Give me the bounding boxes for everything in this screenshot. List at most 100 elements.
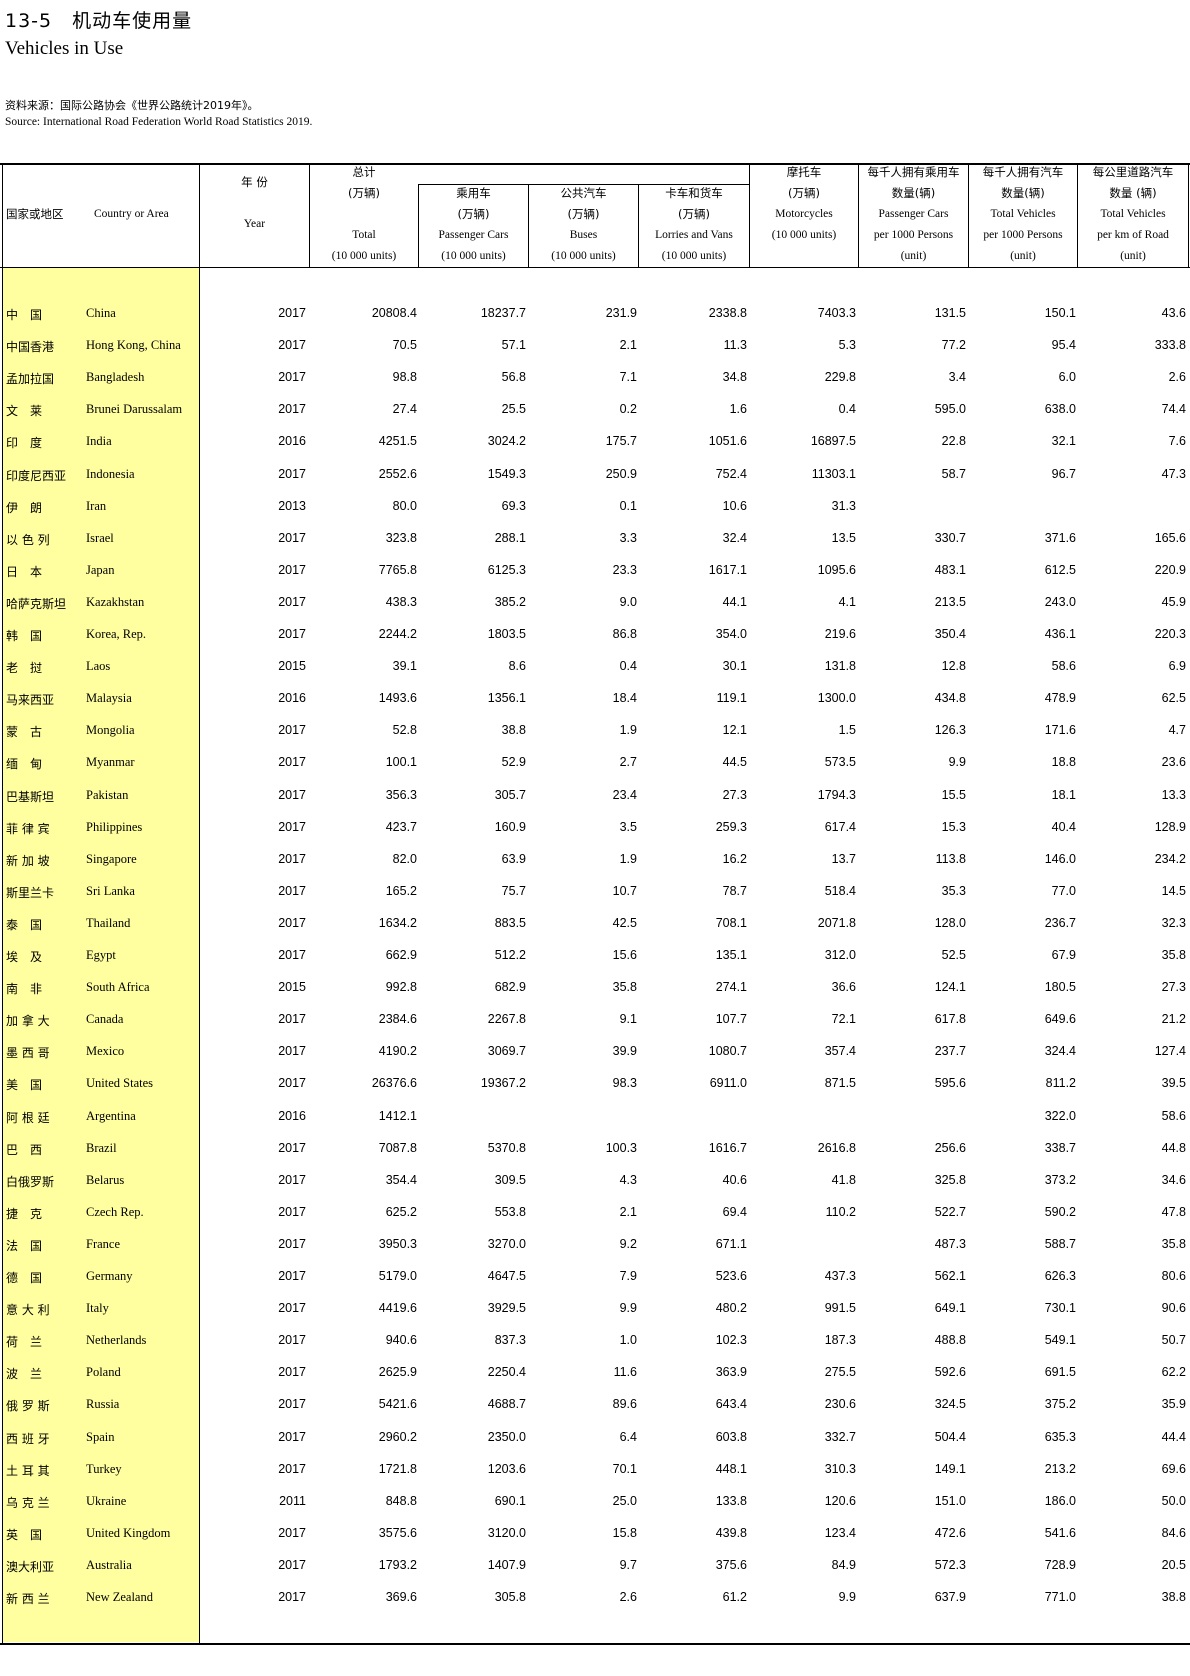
- passenger-cars-cell: 3120.0: [487, 1525, 526, 1540]
- pcars-per-1000-cell: 77.2: [941, 338, 966, 353]
- vehicles-per-km-cell: 6.9: [1168, 659, 1186, 674]
- pcars-per-1000-cell: 113.8: [935, 851, 966, 866]
- buses-cell: 18.4: [612, 691, 637, 706]
- header-year: 年 份 Year: [200, 172, 309, 235]
- vehicles-per-km-cell: 13.3: [1161, 787, 1186, 802]
- lorries-cell: 1616.7: [708, 1140, 747, 1155]
- lorries-cell: 363.9: [715, 1365, 747, 1380]
- passenger-cars-cell: 2250.4: [487, 1365, 526, 1380]
- buses-cell: 23.3: [612, 562, 637, 577]
- header-bus-en: Buses: [569, 229, 598, 241]
- motorcycles-cell: 275.5: [824, 1365, 856, 1380]
- pcars-per-1000-cell: 52.5: [941, 948, 966, 962]
- country-name-cn: 印 度: [6, 436, 43, 451]
- header-pcar-en1: Passenger Cars: [878, 208, 949, 220]
- table-row: 菲 律 宾 Philippines 2017 423.7 160.9 3.5 259.3 61…: [0, 812, 1190, 844]
- header-pass-en: Passenger Cars: [438, 229, 509, 241]
- lorries-cell: 1051.6: [708, 434, 747, 449]
- country-name-en: Brazil: [86, 1140, 117, 1155]
- total-cell: 4419.6: [378, 1301, 417, 1316]
- table-row: 波 兰 Poland 2017 2625.9 2250.4 11.6 363.9 275.5 5…: [0, 1357, 1190, 1389]
- country-name-cn: 斯里兰卡: [6, 885, 55, 900]
- passenger-cars-cell: 4688.7: [487, 1397, 526, 1412]
- vehicles-per-km-cell: 21.2: [1161, 1012, 1186, 1027]
- passenger-cars-cell: 4647.5: [487, 1269, 526, 1283]
- table-row: 捷 克 Czech Rep. 2017 625.2 553.8 2.1 69.4 110.2 5…: [0, 1197, 1190, 1229]
- country-name-en: Egypt: [86, 948, 116, 962]
- tveh-per-1000-cell: 18.1: [1051, 787, 1076, 802]
- motorcycles-cell: 84.9: [831, 1557, 856, 1572]
- table-row: 加 拿 大 Canada 2017 2384.6 2267.8 9.1 107.7 72.1 6…: [0, 1004, 1190, 1036]
- header-total-en: Total: [352, 229, 376, 241]
- country-name-en: Indonesia: [86, 466, 135, 481]
- buses-cell: 4.3: [619, 1172, 637, 1187]
- total-cell: 1721.8: [378, 1461, 417, 1476]
- year-cell: 2017: [278, 1525, 306, 1540]
- country-name-cn: 伊 朗: [6, 500, 43, 515]
- tveh-per-1000-cell: 811.2: [1045, 1076, 1076, 1091]
- motorcycles-cell: 131.8: [824, 659, 856, 674]
- passenger-cars-cell: 3024.2: [487, 434, 526, 449]
- lorries-cell: 480.2: [715, 1301, 747, 1316]
- table-row: 伊 朗 Iran 2013 80.0 69.3 0.1 10.6 31.3: [0, 491, 1190, 523]
- header-moto-en: Motorcycles: [775, 208, 833, 220]
- vehicles-per-km-cell: 38.8: [1161, 1590, 1186, 1604]
- tveh-per-1000-cell: 588.7: [1044, 1236, 1076, 1251]
- pcars-per-1000-cell: 22.8: [941, 434, 966, 449]
- lorries-cell: 119.1: [716, 691, 747, 706]
- country-name-en: Bangladesh: [86, 370, 145, 385]
- country-name-en: Malaysia: [86, 691, 132, 706]
- country-name-cn: 日 本: [6, 564, 43, 579]
- country-name-cn: 波 兰: [6, 1367, 43, 1382]
- tveh-per-1000-cell: 373.2: [1044, 1172, 1076, 1187]
- passenger-cars-cell: 3270.0: [487, 1236, 526, 1251]
- pcars-per-1000-cell: 149.1: [934, 1461, 966, 1476]
- lorries-cell: 2338.8: [708, 306, 747, 320]
- total-cell: 70.5: [392, 338, 417, 353]
- country-name-en: New Zealand: [86, 1590, 153, 1604]
- table-row: 以 色 列 Israel 2017 323.8 288.1 3.3 32.4 13.5 330.…: [0, 523, 1190, 555]
- pcars-per-1000-cell: 9.9: [948, 755, 966, 770]
- tveh-per-1000-cell: 730.1: [1044, 1301, 1076, 1316]
- country-name-en: Poland: [86, 1365, 121, 1380]
- passenger-cars-cell: 309.5: [494, 1172, 526, 1187]
- vehicles-per-km-cell: 7.6: [1168, 434, 1186, 449]
- country-name-cn: 德 国: [6, 1271, 43, 1285]
- year-cell: 2013: [278, 498, 306, 513]
- lorries-cell: 27.3: [722, 787, 747, 802]
- total-cell: 27.4: [392, 402, 417, 417]
- buses-cell: 2.6: [619, 1590, 637, 1604]
- lorries-cell: 78.7: [722, 883, 747, 898]
- buses-cell: 1.9: [619, 723, 637, 738]
- vehicles-per-km-cell: 35.8: [1161, 948, 1186, 962]
- year-cell: 2017: [278, 627, 306, 641]
- header-passenger-cars: 乘用车 (万辆) Passenger Cars (10 000 units): [419, 183, 528, 267]
- table-row: 泰 国 Thailand 2017 1634.2 883.5 42.5 708.1 2071.…: [0, 908, 1190, 940]
- country-name-cn: 荷 兰: [6, 1335, 43, 1350]
- passenger-cars-cell: 8.6: [508, 659, 526, 674]
- country-name-en: Mongolia: [86, 723, 135, 738]
- pcars-per-1000-cell: 617.8: [934, 1012, 966, 1027]
- country-name-en: Argentina: [86, 1108, 136, 1123]
- vehicles-per-km-cell: 44.4: [1161, 1429, 1186, 1444]
- year-cell: 2017: [278, 594, 306, 609]
- buses-cell: 15.8: [612, 1525, 637, 1540]
- header-pcar-en2: per 1000 Persons: [873, 229, 954, 241]
- lorries-cell: 10.6: [722, 498, 747, 513]
- lorries-cell: 375.6: [715, 1557, 747, 1572]
- buses-cell: 39.9: [612, 1044, 637, 1059]
- table-row: 墨 西 哥 Mexico 2017 4190.2 3069.7 39.9 1080.7 357…: [0, 1036, 1190, 1068]
- header-total: 总计 (万辆) Total (10 000 units): [310, 162, 418, 267]
- country-name-cn: 缅 甸: [6, 757, 43, 772]
- country-name-cn: 法 国: [6, 1238, 43, 1253]
- motorcycles-cell: 0.4: [838, 402, 856, 417]
- table-row: 荷 兰 Netherlands 2017 940.6 837.3 1.0 102.3 187.…: [0, 1325, 1190, 1357]
- header-moto-unit-en: (10 000 units): [771, 229, 837, 241]
- tveh-per-1000-cell: 478.9: [1044, 691, 1076, 706]
- table-row: 埃 及 Egypt 2017 662.9 512.2 15.6 135.1 312.0 52.5…: [0, 940, 1190, 972]
- year-cell: 2017: [278, 1076, 306, 1091]
- total-cell: 625.2: [385, 1204, 417, 1219]
- tveh-per-1000-cell: 180.5: [1044, 980, 1076, 995]
- year-cell: 2017: [278, 1429, 306, 1444]
- header-tveh-en2: per 1000 Persons: [983, 229, 1063, 241]
